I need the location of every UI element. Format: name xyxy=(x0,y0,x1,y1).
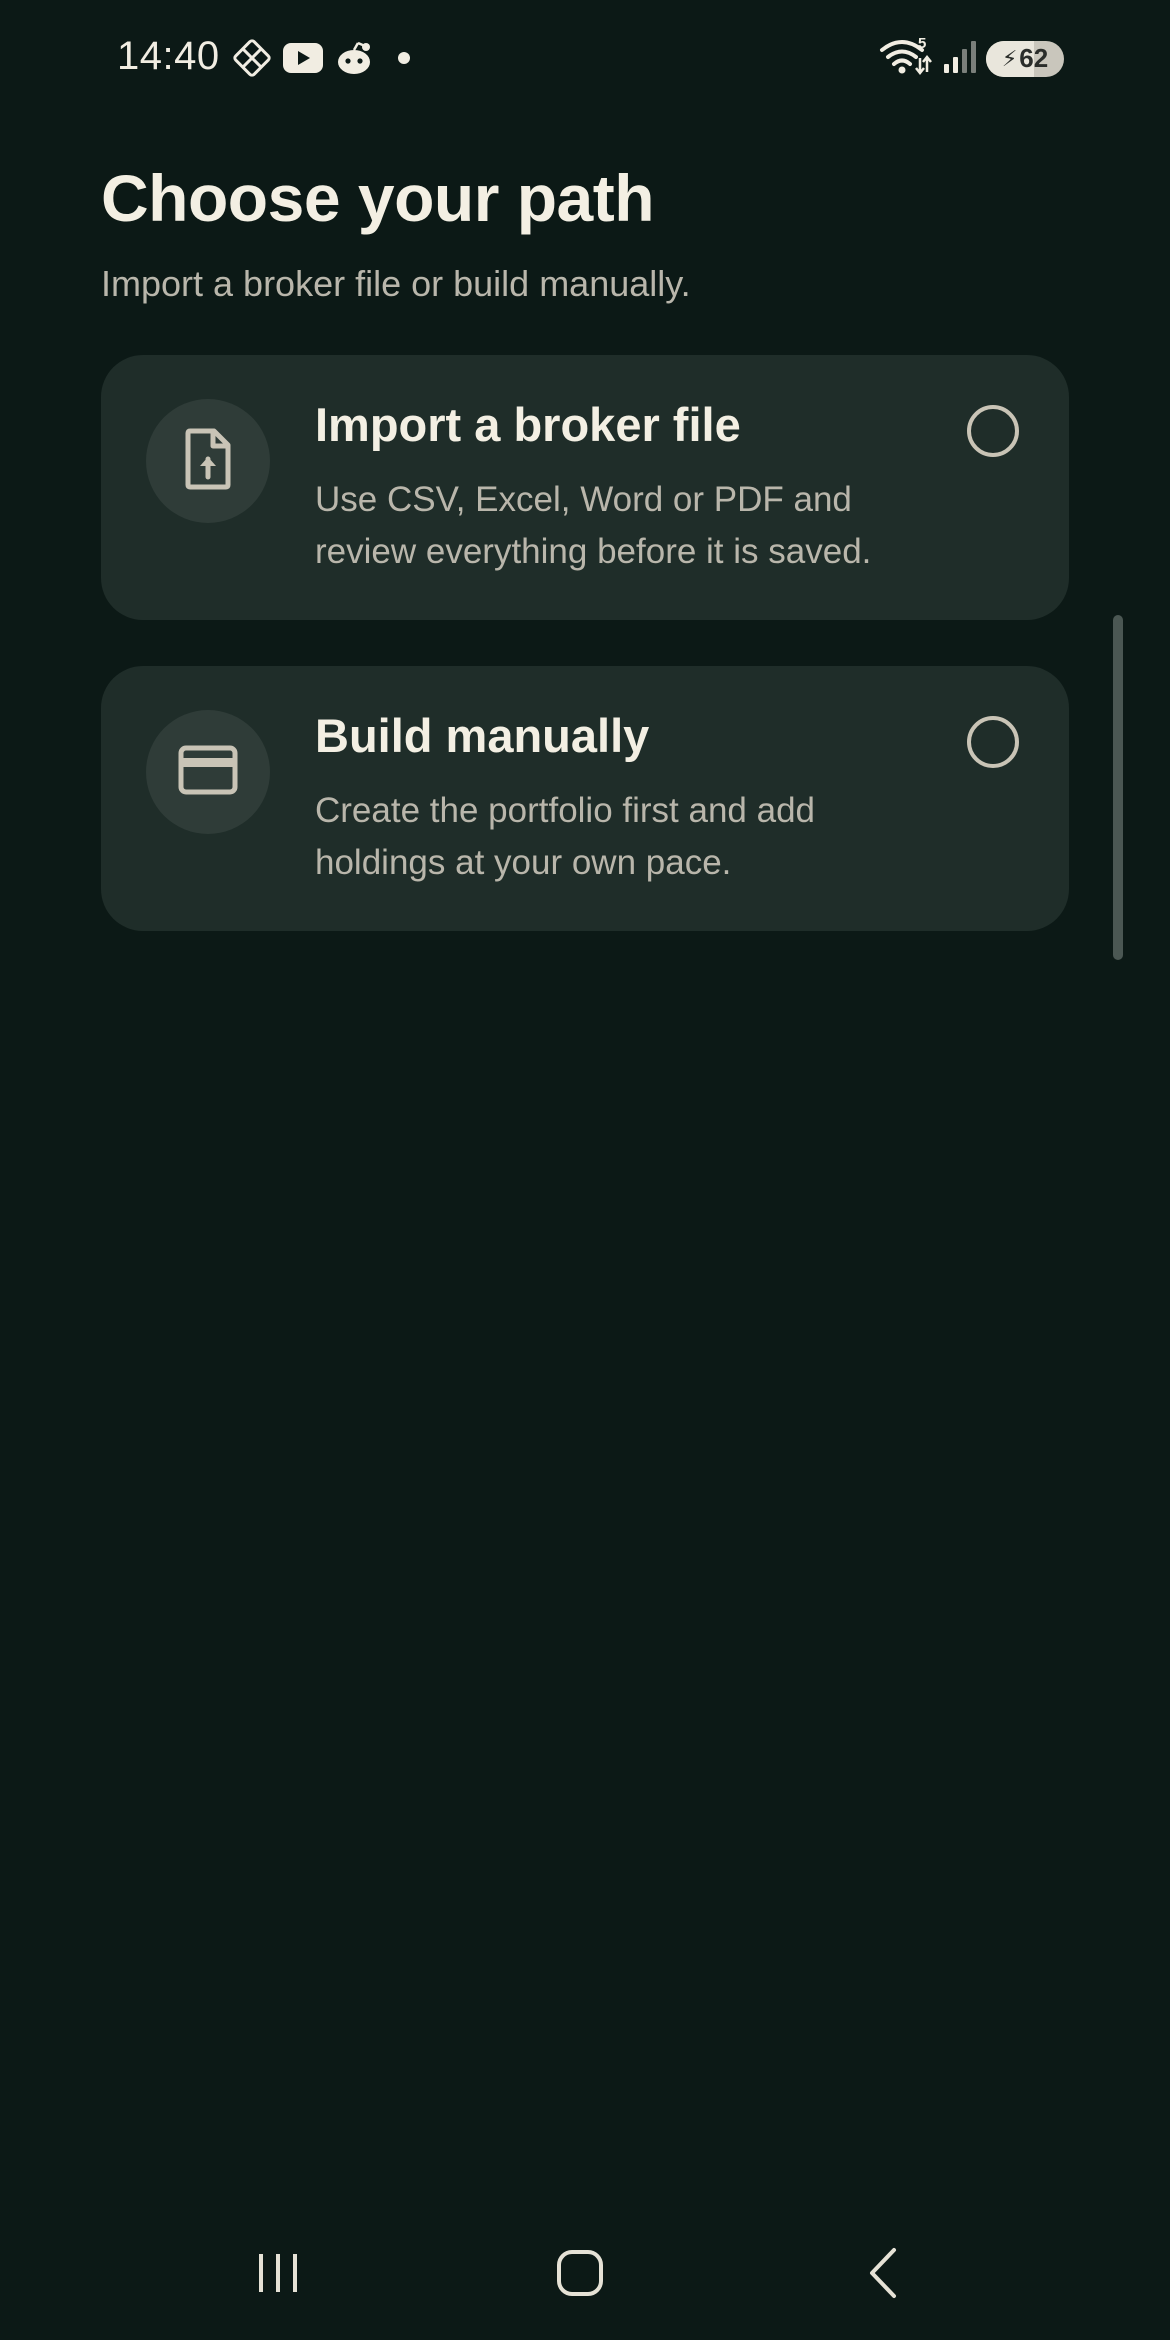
home-button[interactable] xyxy=(520,2230,640,2320)
wifi-label: 5 xyxy=(918,36,926,52)
recents-icon xyxy=(253,2250,303,2301)
navigation-bar xyxy=(0,2210,1170,2340)
card-title: Import a broker file xyxy=(315,398,741,451)
radio-button-manual[interactable] xyxy=(967,716,1019,768)
home-icon xyxy=(554,2247,606,2304)
card-description: Create the portfolio first and add holdi… xyxy=(315,791,816,882)
status-bar: 14:40 5 ⚡ 62 xyxy=(0,0,1170,118)
page-subtitle: Import a broker file or build manually. xyxy=(101,263,691,304)
option-card-import[interactable]: Import a broker file Use CSV, Excel, Wor… xyxy=(101,355,1069,620)
back-button[interactable] xyxy=(824,2230,944,2320)
dot-icon xyxy=(384,43,414,73)
card-title: Build manually xyxy=(315,709,650,762)
app-icon xyxy=(232,38,272,78)
icon-circle xyxy=(146,710,270,834)
charging-bolt-icon: ⚡ xyxy=(1001,45,1018,71)
recents-button[interactable] xyxy=(218,2230,338,2320)
reddit-icon xyxy=(334,40,374,76)
signal-icon xyxy=(940,37,978,80)
page-title: Choose your path xyxy=(101,161,655,235)
screen: 14:40 5 ⚡ 62 Choose your path Import a b… xyxy=(0,0,1170,2340)
status-time: 14:40 xyxy=(117,34,220,78)
system-icons: 5 ⚡ 62 xyxy=(878,35,1064,81)
scrollbar[interactable] xyxy=(1113,615,1123,960)
wifi-icon: 5 xyxy=(878,35,932,81)
battery-indicator: ⚡ 62 xyxy=(986,40,1064,77)
notification-icons xyxy=(232,38,414,78)
radio-button-import[interactable] xyxy=(967,405,1019,457)
file-upload-icon xyxy=(180,427,236,496)
battery-level: 62 xyxy=(1019,43,1049,73)
card-icon xyxy=(178,745,238,800)
icon-circle xyxy=(146,399,270,523)
youtube-icon xyxy=(282,42,324,74)
option-card-manual[interactable]: Build manually Create the portfolio firs… xyxy=(101,666,1069,931)
card-description: Use CSV, Excel, Word or PDF and review e… xyxy=(315,480,872,571)
back-icon xyxy=(864,2246,904,2305)
